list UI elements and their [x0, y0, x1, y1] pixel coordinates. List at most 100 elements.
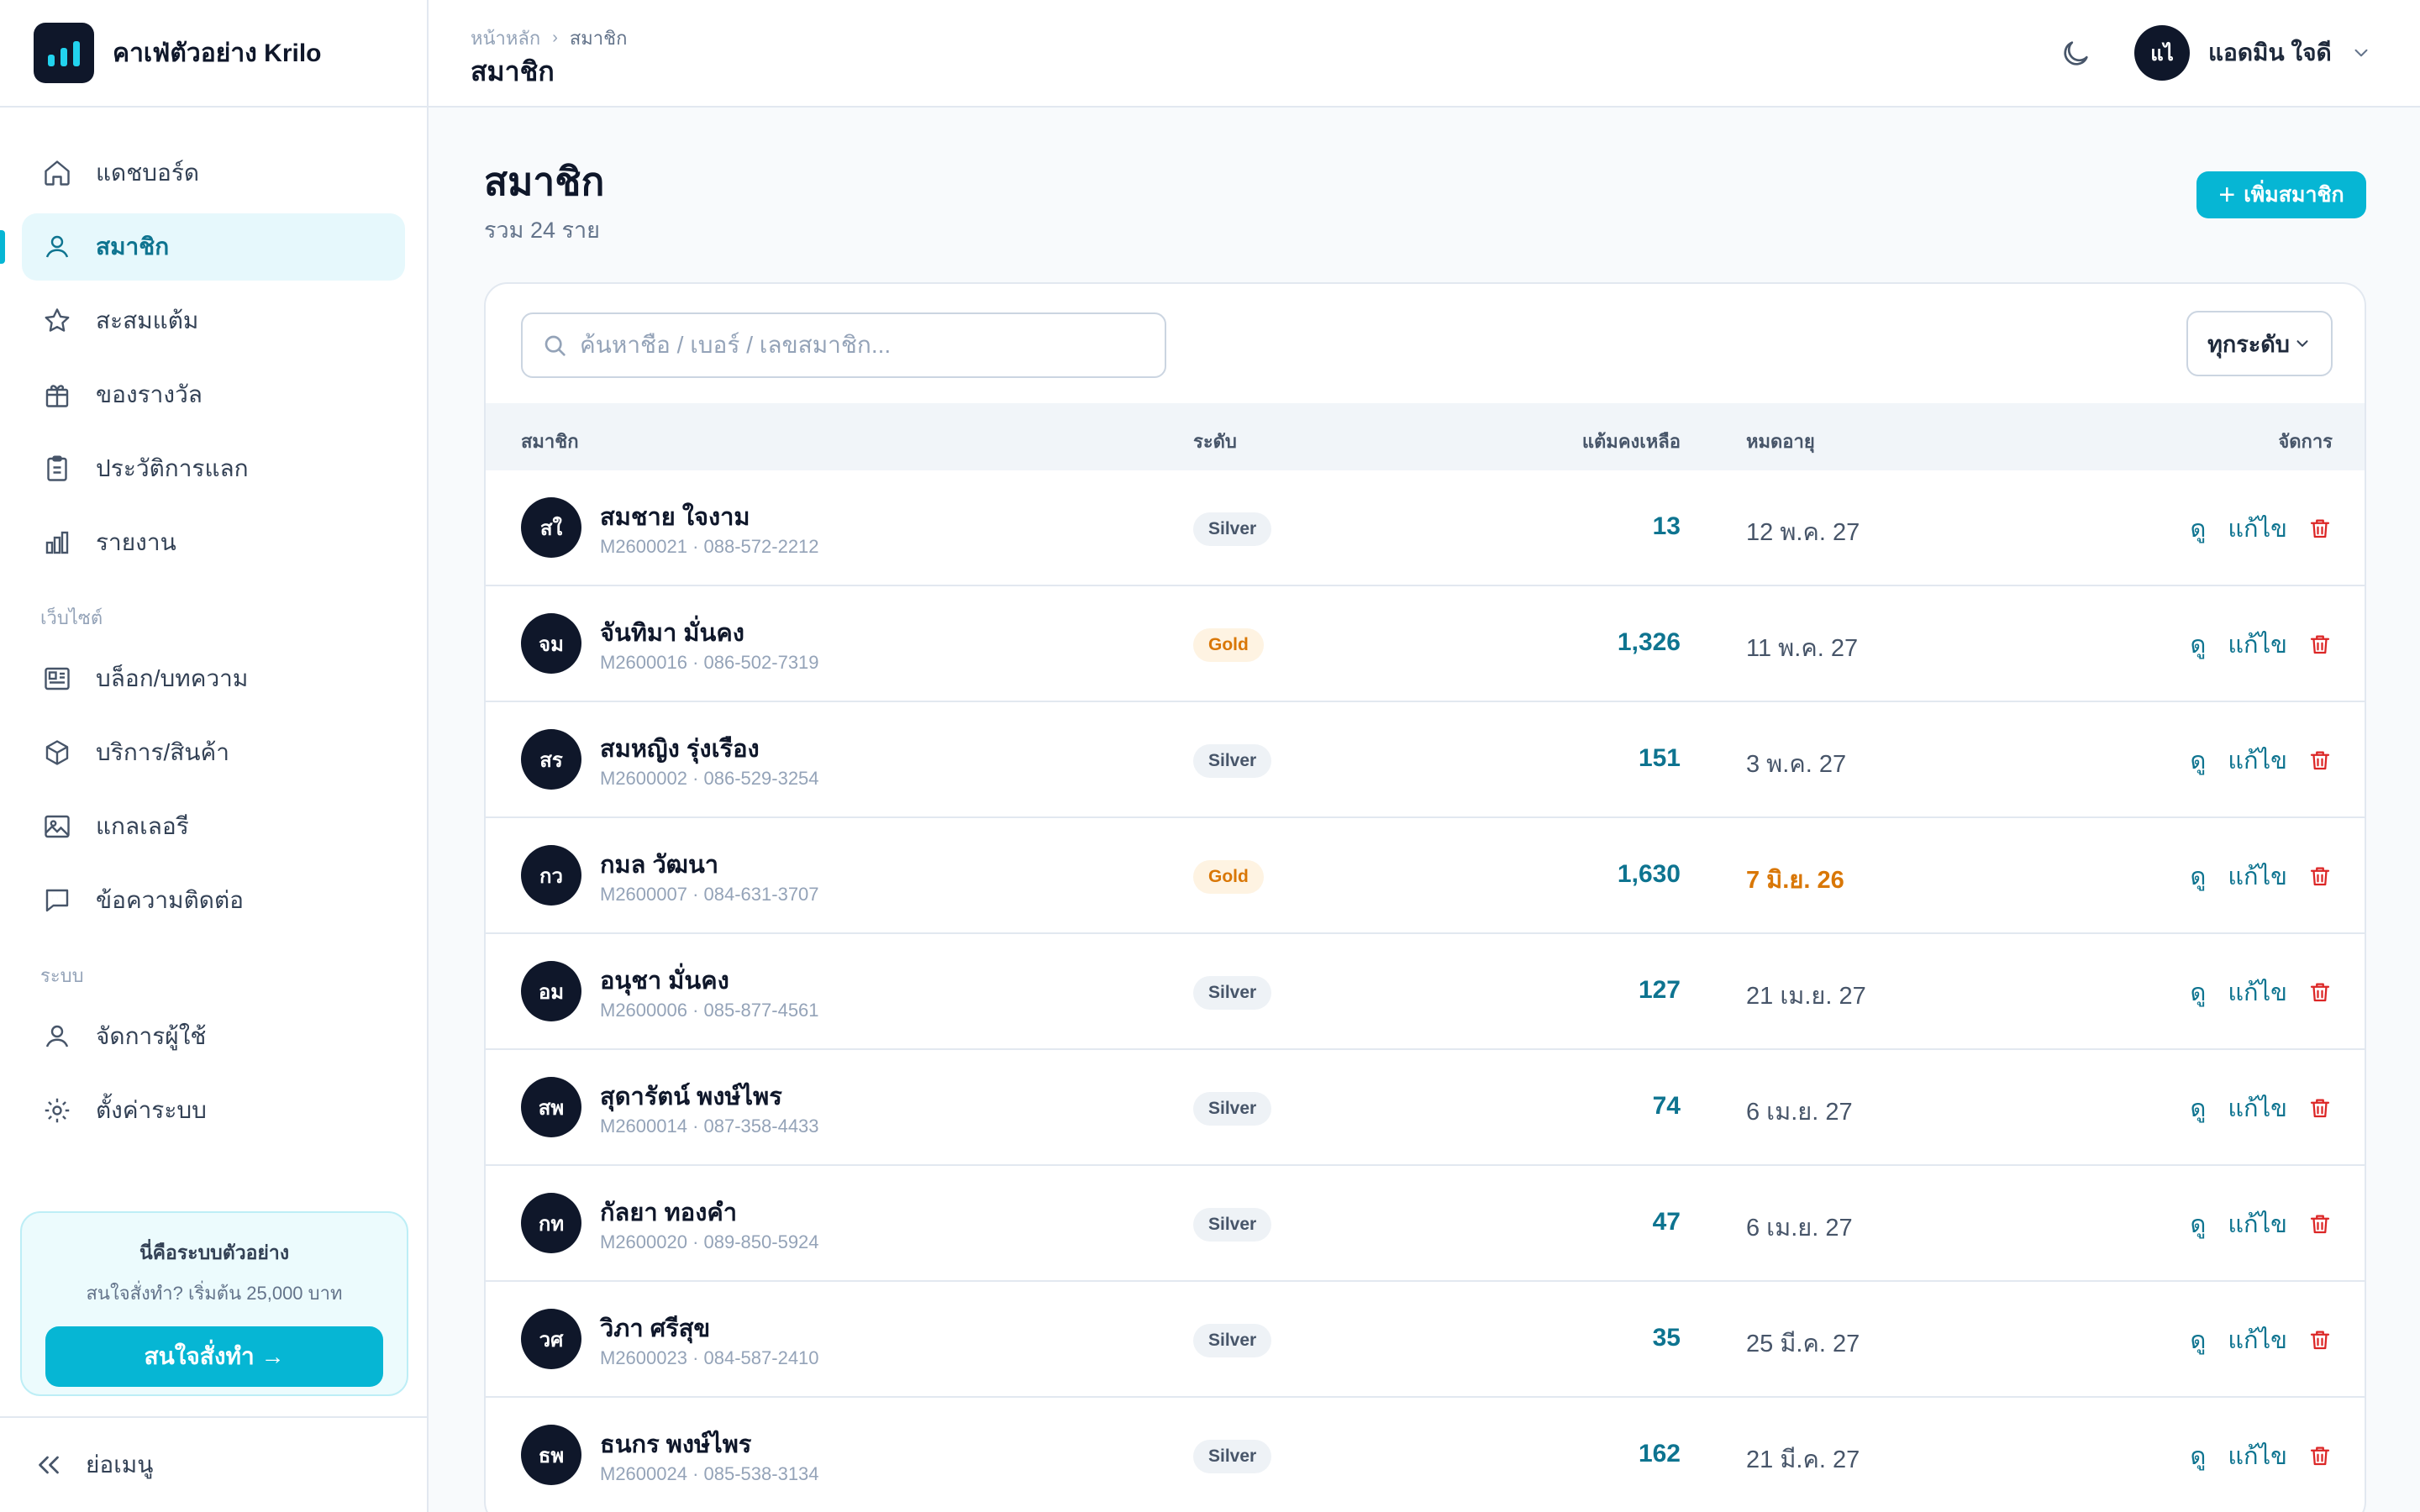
demo-promo-card: นี่คือระบบตัวอย่าง สนใจสั่งทำ? เริ่มต้น …	[20, 1211, 408, 1396]
double-chevron-left-icon	[39, 1456, 59, 1474]
sidebar-item-services[interactable]: บริการ/สินค้า	[22, 719, 405, 786]
edit-link[interactable]: แก้ไข	[2228, 625, 2287, 664]
column-header-points[interactable]: แต้มคงเหลือ	[1582, 427, 1681, 456]
trash-icon[interactable]	[2307, 1443, 2333, 1468]
sidebar-item-blog[interactable]: บล็อก/บทความ	[22, 645, 405, 712]
sidebar-item-rewards[interactable]: ของรางวัล	[22, 361, 405, 428]
view-link[interactable]: ดู	[2190, 625, 2206, 664]
brand[interactable]: คาเฟ่ตัวอย่าง Krilo	[0, 0, 427, 108]
edit-link[interactable]: แก้ไข	[2228, 741, 2287, 780]
column-header-expiry[interactable]: หมดอายุ	[1746, 427, 1815, 456]
search-input[interactable]	[580, 332, 1151, 359]
view-link[interactable]: ดู	[2190, 973, 2206, 1011]
page-title: สมาชิก	[484, 160, 605, 203]
breadcrumb-current: สมาชิก	[569, 28, 628, 49]
view-link[interactable]: ดู	[2190, 741, 2206, 780]
trash-icon[interactable]	[2307, 979, 2333, 1005]
bar-chart-icon	[40, 526, 74, 559]
order-interest-button[interactable]: สนใจสั่งทำ →	[45, 1326, 383, 1387]
sidebar-item-points[interactable]: สะสมแต้ม	[22, 287, 405, 354]
chevron-down-icon	[2354, 49, 2368, 57]
sidebar-item-label: จัดการผู้ใช้	[96, 1023, 207, 1049]
view-link[interactable]: ดู	[2190, 1205, 2206, 1243]
sidebar-item-settings[interactable]: ตั้งค่าระบบ	[22, 1077, 405, 1144]
trash-icon[interactable]	[2307, 1095, 2333, 1121]
sidebar-item-label: แดชบอร์ด	[96, 160, 200, 186]
star-icon	[40, 304, 74, 338]
edit-link[interactable]: แก้ไข	[2228, 1205, 2287, 1243]
dark-mode-toggle[interactable]	[2059, 37, 2092, 71]
trash-icon[interactable]	[2307, 1327, 2333, 1352]
box-icon	[40, 736, 74, 769]
member-name[interactable]: สุดารัตน์ พงษ์ไพร	[600, 1077, 782, 1116]
member-meta: M2600006 · 085-877-4561	[600, 1000, 819, 1021]
column-header-tier[interactable]: ระดับ	[1193, 427, 1237, 456]
sidebar-item-redeem-history[interactable]: ประวัติการแลก	[22, 435, 405, 502]
expiry-date: 21 เม.ย. 27	[1746, 983, 1866, 1010]
trash-icon[interactable]	[2307, 864, 2333, 889]
view-link[interactable]: ดู	[2190, 1320, 2206, 1359]
view-link[interactable]: ดู	[2190, 1436, 2206, 1475]
sidebar-item-messages[interactable]: ข้อความติดต่อ	[22, 867, 405, 934]
member-name[interactable]: กมล วัฒนา	[600, 845, 718, 884]
row-actions: ดู แก้ไข	[2168, 857, 2333, 895]
top-header: หน้าหลัก › สมาชิก สมาชิก แไ แอดมิน ใจดี	[429, 0, 2420, 108]
chevron-right-icon: ›	[552, 29, 558, 47]
member-name[interactable]: กัลยา ทองคำ	[600, 1193, 737, 1231]
tier-badge: Silver	[1193, 1092, 1272, 1126]
add-member-button[interactable]: + เพิ่มสมาชิก	[2196, 171, 2366, 218]
member-meta: M2600002 · 086-529-3254	[600, 768, 819, 789]
table-row: จม จันทิมา มั่นคง M2600016 · 086-502-731…	[486, 586, 2365, 702]
member-name[interactable]: อนุชา มั่นคง	[600, 961, 729, 1000]
member-name[interactable]: จันทิมา มั่นคง	[600, 613, 744, 652]
sidebar-item-label: ตั้งค่าระบบ	[96, 1097, 207, 1123]
clipboard-icon	[40, 452, 74, 486]
table-row: ธพ ธนกร พงษ์ไพร M2600024 · 085-538-3134 …	[486, 1398, 2365, 1512]
tier-filter-value: ทุกระดับ	[2207, 331, 2290, 357]
trash-icon[interactable]	[2307, 516, 2333, 541]
tier-filter-select[interactable]: ทุกระดับ	[2186, 311, 2333, 376]
trash-icon[interactable]	[2307, 748, 2333, 773]
sidebar-item-label: รายงาน	[96, 529, 176, 555]
avatar: อม	[521, 961, 581, 1021]
member-meta: M2600007 · 084-631-3707	[600, 884, 819, 905]
gift-icon	[40, 378, 74, 412]
search-box[interactable]	[521, 312, 1166, 378]
member-meta: M2600014 · 087-358-4433	[600, 1116, 819, 1137]
sidebar-item-users[interactable]: จัดการผู้ใช้	[22, 1003, 405, 1070]
table-row: กท กัลยา ทองคำ M2600020 · 089-850-5924 S…	[486, 1166, 2365, 1282]
expiry-date: 25 มี.ค. 27	[1746, 1331, 1860, 1357]
row-actions: ดู แก้ไข	[2168, 973, 2333, 1011]
newspaper-icon	[40, 662, 74, 696]
edit-link[interactable]: แก้ไข	[2228, 1320, 2287, 1359]
breadcrumb-home[interactable]: หน้าหลัก	[471, 24, 540, 53]
points-balance: 47	[1652, 1208, 1681, 1236]
sidebar-item-label: บริการ/สินค้า	[96, 739, 229, 765]
view-link[interactable]: ดู	[2190, 1089, 2206, 1127]
edit-link[interactable]: แก้ไข	[2228, 509, 2287, 548]
member-name[interactable]: วิภา ศรีสุข	[600, 1309, 710, 1347]
edit-link[interactable]: แก้ไข	[2228, 1436, 2287, 1475]
view-link[interactable]: ดู	[2190, 509, 2206, 548]
edit-link[interactable]: แก้ไข	[2228, 857, 2287, 895]
trash-icon[interactable]	[2307, 632, 2333, 657]
member-name[interactable]: สมหญิง รุ่งเรือง	[600, 729, 760, 768]
member-name[interactable]: ธนกร พงษ์ไพร	[600, 1425, 751, 1463]
sidebar-item-reports[interactable]: รายงาน	[22, 509, 405, 576]
table-row: กว กมล วัฒนา M2600007 · 084-631-3707 Gol…	[486, 818, 2365, 934]
search-icon	[544, 335, 566, 356]
sidebar-item-gallery[interactable]: แกลเลอรี	[22, 793, 405, 860]
sidebar-item-members[interactable]: สมาชิก	[0, 213, 405, 281]
member-name[interactable]: สมชาย ใจงาม	[600, 497, 750, 536]
sidebar-item-label: สะสมแต้ม	[96, 307, 199, 333]
column-header-member[interactable]: สมาชิก	[521, 427, 579, 456]
member-meta: M2600023 · 084-587-2410	[600, 1347, 819, 1368]
user-menu[interactable]: แไ แอดมิน ใจดี	[2134, 25, 2372, 81]
trash-icon[interactable]	[2307, 1211, 2333, 1236]
collapse-menu-button[interactable]: ย่อเมนู	[0, 1416, 427, 1512]
sidebar-item-dashboard[interactable]: แดชบอร์ด	[22, 139, 405, 207]
edit-link[interactable]: แก้ไข	[2228, 1089, 2287, 1127]
row-actions: ดู แก้ไข	[2168, 741, 2333, 780]
edit-link[interactable]: แก้ไข	[2228, 973, 2287, 1011]
view-link[interactable]: ดู	[2190, 857, 2206, 895]
